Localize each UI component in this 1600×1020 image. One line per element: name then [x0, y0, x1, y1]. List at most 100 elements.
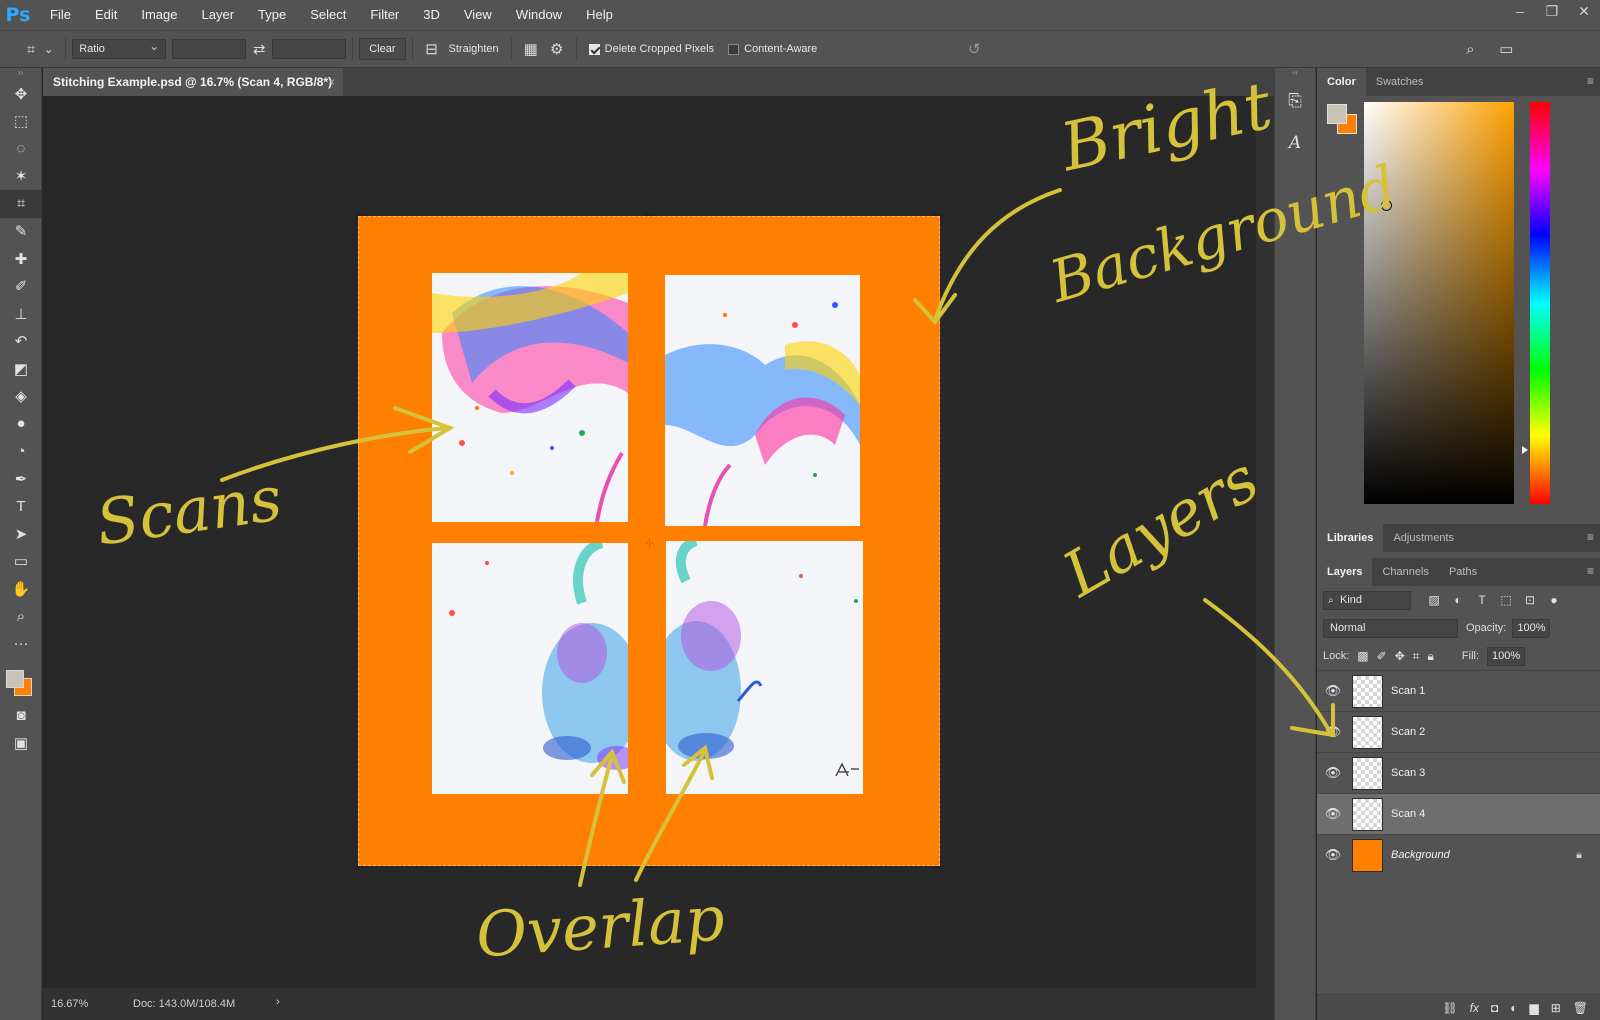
- crop-handle-top-right[interactable]: [932, 214, 942, 224]
- visibility-eye-icon[interactable]: 👁︎: [1317, 683, 1349, 699]
- crop-handle-bottom-right[interactable]: [932, 858, 942, 868]
- menu-select[interactable]: Select: [298, 0, 358, 30]
- content-aware-checkbox[interactable]: [728, 43, 740, 55]
- vertical-scrollbar[interactable]: [1256, 96, 1274, 988]
- marquee-tool-icon[interactable]: ⬚: [0, 108, 42, 136]
- lasso-tool-icon[interactable]: ◌: [0, 135, 42, 163]
- add-mask-icon[interactable]: ◘: [1491, 1001, 1498, 1015]
- tab-swatches[interactable]: Swatches: [1366, 68, 1434, 96]
- layer-name[interactable]: Scan 4: [1391, 808, 1425, 820]
- quick-mask-icon[interactable]: ◙: [0, 702, 42, 730]
- filter-type-icon[interactable]: T: [1473, 593, 1491, 607]
- menu-3d[interactable]: 3D: [411, 0, 452, 30]
- ratio-width-input[interactable]: [172, 39, 247, 59]
- filter-toggle-icon[interactable]: ●: [1545, 593, 1563, 607]
- layer-row-scan-3[interactable]: 👁︎ Scan 3: [1317, 752, 1600, 793]
- menu-layer[interactable]: Layer: [190, 0, 247, 30]
- healing-brush-tool-icon[interactable]: ✚: [0, 245, 42, 273]
- color-picker-ring[interactable]: [1381, 200, 1392, 211]
- blend-mode-select[interactable]: Normal: [1323, 618, 1458, 638]
- color-field[interactable]: [1364, 102, 1514, 504]
- menu-file[interactable]: File: [36, 0, 83, 30]
- brush-tool-icon[interactable]: ✐: [0, 273, 42, 301]
- pen-tool-icon[interactable]: ✒: [0, 465, 42, 493]
- layer-row-scan-2[interactable]: 👁︎ Scan 2: [1317, 711, 1600, 752]
- hand-tool-icon[interactable]: ✋: [0, 575, 42, 603]
- zoom-level[interactable]: 16.67%: [51, 998, 88, 1010]
- menu-filter[interactable]: Filter: [358, 0, 411, 30]
- fill-field[interactable]: 100%: [1487, 646, 1526, 666]
- type-tool-icon[interactable]: T: [0, 493, 42, 521]
- visibility-eye-icon[interactable]: 👁︎: [1317, 806, 1349, 822]
- layer-row-background[interactable]: 👁︎ Background 🔒︎: [1317, 834, 1600, 875]
- panel-menu-icon[interactable]: ≡: [1587, 530, 1594, 544]
- visibility-eye-icon[interactable]: 👁︎: [1317, 847, 1349, 863]
- crop-tool-icon[interactable]: ⌗: [0, 190, 42, 218]
- lock-transparency-icon[interactable]: ▩: [1357, 649, 1368, 663]
- history-brush-tool-icon[interactable]: ↶: [0, 328, 42, 356]
- more-tools-icon[interactable]: ···: [0, 630, 42, 658]
- crop-handle-top-left[interactable]: [356, 214, 366, 224]
- layer-style-fx-icon[interactable]: fx: [1470, 1001, 1479, 1015]
- filter-pixel-icon[interactable]: ▨: [1425, 593, 1443, 607]
- tab-paths[interactable]: Paths: [1439, 558, 1487, 586]
- tab-libraries[interactable]: Libraries: [1317, 524, 1384, 552]
- new-group-icon[interactable]: ▆: [1529, 1001, 1538, 1015]
- swap-ratio-icon[interactable]: ⇄: [246, 40, 272, 58]
- layer-name[interactable]: Scan 1: [1391, 685, 1425, 697]
- document-canvas[interactable]: ✢: [356, 214, 942, 868]
- menu-view[interactable]: View: [452, 0, 504, 30]
- canvas-area[interactable]: ✢: [43, 96, 1256, 988]
- lock-artboard-icon[interactable]: ⌗: [1413, 649, 1420, 664]
- preset-chevron-icon[interactable]: ⌄: [44, 43, 53, 56]
- menu-help[interactable]: Help: [574, 0, 625, 30]
- paint-bucket-tool-icon[interactable]: ◈: [0, 383, 42, 411]
- workspace-icon[interactable]: ▭: [1493, 40, 1519, 58]
- path-selection-tool-icon[interactable]: ➤: [0, 520, 42, 548]
- hue-slider[interactable]: [1530, 102, 1550, 504]
- ratio-height-input[interactable]: [272, 39, 347, 59]
- move-tool-icon[interactable]: ✥: [0, 80, 42, 108]
- filter-adjustment-icon[interactable]: ◐: [1449, 593, 1467, 607]
- crop-handle-top-middle[interactable]: [645, 214, 655, 224]
- panel-menu-icon[interactable]: ≡: [1587, 74, 1594, 88]
- lock-position-icon[interactable]: ✥: [1395, 649, 1405, 663]
- dodge-tool-icon[interactable]: ◔: [0, 438, 42, 466]
- panel-menu-icon[interactable]: ≡: [1587, 564, 1594, 578]
- visibility-eye-icon[interactable]: 👁︎: [1317, 724, 1349, 740]
- menu-image[interactable]: Image: [129, 0, 189, 30]
- crop-settings-gear-icon[interactable]: ⚙: [544, 40, 570, 58]
- reset-crop-icon[interactable]: ↺: [961, 40, 987, 58]
- ratio-select[interactable]: Ratio: [72, 37, 167, 59]
- screen-mode-icon[interactable]: ▣: [0, 729, 42, 757]
- tab-adjustments[interactable]: Adjustments: [1383, 524, 1464, 552]
- magic-wand-tool-icon[interactable]: ✶: [0, 163, 42, 191]
- zoom-tool-icon[interactable]: ⌕: [0, 603, 42, 631]
- link-layers-icon[interactable]: ⛓: [1442, 1001, 1457, 1015]
- panel-grip[interactable]: ‹‹: [1275, 68, 1315, 80]
- opacity-field[interactable]: 100%: [1512, 618, 1551, 638]
- straighten-label[interactable]: Straighten: [449, 43, 499, 55]
- color-swatches[interactable]: [0, 662, 41, 702]
- document-tab[interactable]: Stitching Example.psd @ 16.7% (Scan 4, R…: [43, 68, 343, 96]
- crop-handle-bottom-left[interactable]: [356, 858, 366, 868]
- panel-grip[interactable]: ››: [0, 68, 41, 80]
- clear-button[interactable]: Clear: [359, 38, 406, 60]
- filter-smart-object-icon[interactable]: ⊡: [1521, 593, 1539, 607]
- tab-layers[interactable]: Layers: [1317, 558, 1373, 586]
- crop-handle-bottom-middle[interactable]: [645, 858, 655, 868]
- blur-tool-icon[interactable]: ●: [0, 410, 42, 438]
- layer-kind-filter[interactable]: ⌕ Kind: [1323, 590, 1411, 610]
- search-icon[interactable]: ⌕: [1457, 41, 1483, 58]
- tab-color[interactable]: Color: [1317, 68, 1366, 96]
- crop-handle-right-middle[interactable]: [932, 537, 942, 547]
- layer-name[interactable]: Background: [1391, 849, 1450, 861]
- close-window-button[interactable]: ✕: [1568, 0, 1600, 24]
- crop-tool-preset-icon[interactable]: ⌗: [18, 41, 44, 58]
- overlay-grid-icon[interactable]: ▦: [518, 40, 544, 58]
- status-menu-chevron[interactable]: ›: [276, 996, 280, 1008]
- tab-channels[interactable]: Channels: [1372, 558, 1438, 586]
- menu-window[interactable]: Window: [504, 0, 574, 30]
- adjustment-layer-icon[interactable]: ◐: [1510, 1001, 1517, 1015]
- close-tab-icon[interactable]: ×: [328, 68, 335, 96]
